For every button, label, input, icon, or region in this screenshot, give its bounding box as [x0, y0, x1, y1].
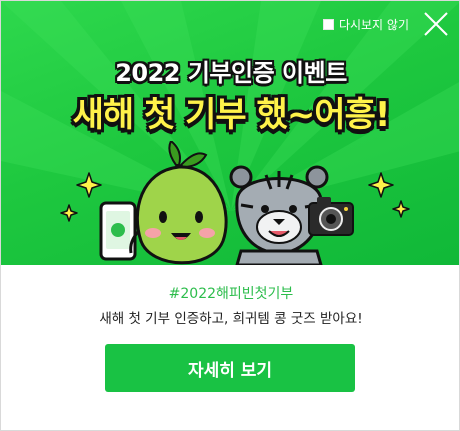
close-button[interactable]	[423, 11, 449, 37]
event-description: 새해 첫 기부 인증하고, 희귀템 콩 굿즈 받아요!	[99, 311, 363, 327]
camera-icon	[308, 197, 354, 236]
banner-subtitle: 2022 기부인증 이벤트	[115, 59, 347, 87]
event-popup: 다시보지 않기 2022 기부인증 이벤트 새해 첫 기부 했~어흥! #202…	[0, 0, 460, 431]
banner-title: 새해 첫 기부 했~어흥!	[72, 95, 391, 135]
event-hashtag: #2022해피빈첫기부	[168, 286, 294, 302]
view-details-button[interactable]: 자세히 보기	[105, 344, 355, 392]
dont-show-checkbox[interactable]	[322, 18, 334, 30]
popup-topbar: 다시보지 않기	[322, 11, 459, 37]
bean-character	[129, 141, 228, 265]
banner-illustration	[60, 141, 410, 265]
dont-show-again-toggle[interactable]: 다시보지 않기	[322, 16, 409, 33]
event-banner: 다시보지 않기 2022 기부인증 이벤트 새해 첫 기부 했~어흥!	[1, 1, 459, 265]
close-icon	[424, 12, 448, 36]
dont-show-label: 다시보지 않기	[338, 17, 409, 32]
